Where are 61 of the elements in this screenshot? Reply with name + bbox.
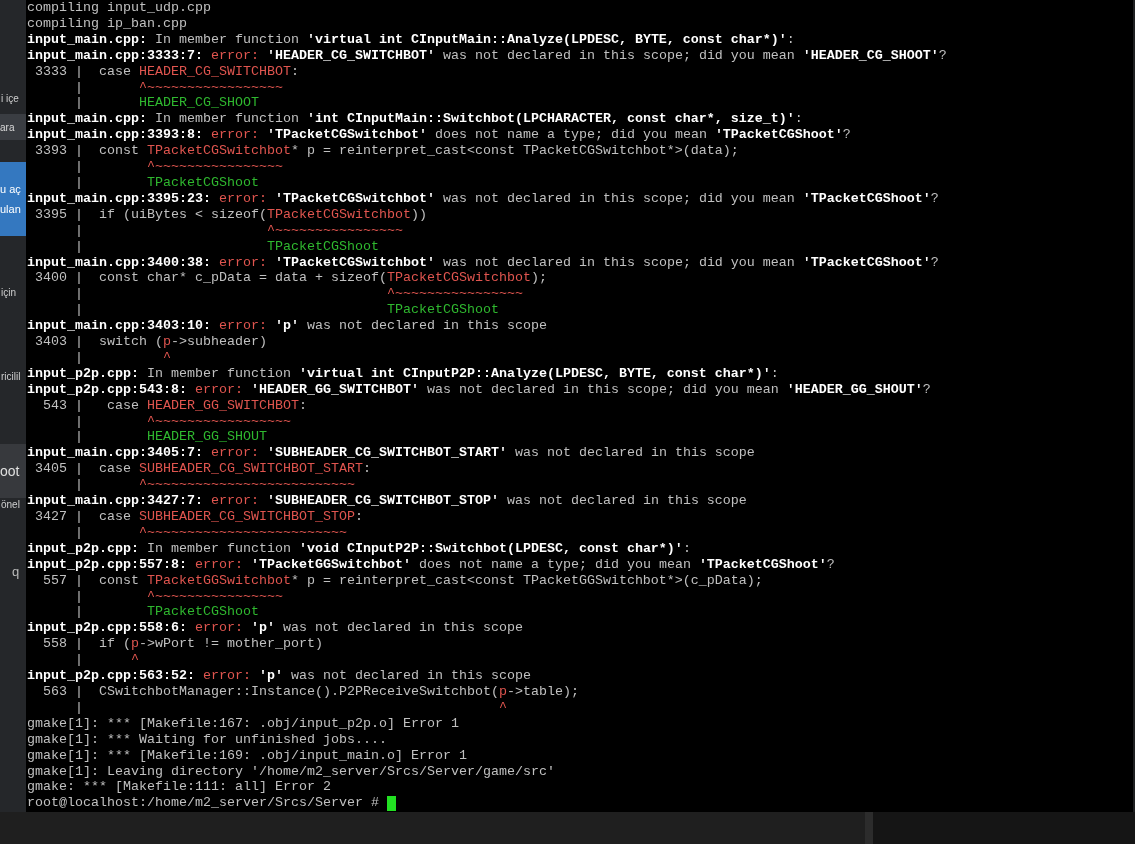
terminal-line: | ^ <box>74 349 171 366</box>
terminal-line: | TPacketCGShoot <box>74 604 259 621</box>
terminal-line: 3427 | case SUBHEADER_CG_SWITCHBOT_STOP: <box>34 509 363 525</box>
terminal-line: | HEADER_CG_SHOOT <box>74 95 259 112</box>
terminal-line: | TPacketCGShoot <box>74 238 379 255</box>
terminal-line: input_main.cpp:3403:10: error: 'p' was not declared in this scope <box>27 318 547 335</box>
terminal-line: gmake[1]: *** Waiting for unfinished jobs.... <box>27 731 387 748</box>
terminal-line: | ^~~~~~~~~~~~~~~~~ <box>74 159 283 175</box>
terminal-line: 3395 | if (uiBytes < sizeof(TPacketCGSwitchbot)) <box>34 206 427 223</box>
terminal-line: | ^ <box>74 699 507 716</box>
page-text: önel <box>1 498 21 512</box>
terminal-line: gmake[1]: Leaving directory '/home/m2_server/Srcs/Server/game/src' <box>27 763 555 780</box>
splitter-handle[interactable] <box>865 812 873 844</box>
terminal-line: 3403 | switch (p->subheader) <box>34 334 267 350</box>
page-text: ulan <box>0 202 22 217</box>
terminal-line: 558 | if (p->wPort != mother_port) <box>42 636 323 653</box>
terminal-line: input_main.cpp:3393:8: error: 'TPacketCGSwitchbot' does not name a type; did you mean 'TPacketCGShoot'? <box>27 127 851 144</box>
terminal-line: 3393 | const TPacketCGSwitchbot* p = reinterpret_cast<const TPacketCGSwitchbot*>(data); <box>34 143 739 160</box>
terminal-line: | TPacketCGShoot <box>74 174 259 191</box>
page-text: oot <box>0 461 20 481</box>
terminal-line: input_p2p.cpp:563:52: error: 'p' was not declared in this scope <box>27 668 531 684</box>
terminal-line: | ^~~~~~~~~~~~~~~~~ <box>74 286 523 303</box>
terminal-line: | ^~~~~~~~~~~~~~~~~~ <box>74 413 291 430</box>
terminal-line: input_main.cpp: In member function 'int CInputMain::Switchbot(LPCHARACTER, const char*, size_t)': <box>27 111 803 128</box>
page-text: i içe <box>1 92 20 106</box>
terminal-line: | HEADER_GG_SHOUT <box>74 429 267 446</box>
terminal-line: input_p2p.cpp: In member function 'void CInputP2P::Switchbot(LPDESC, const char*)': <box>27 540 691 557</box>
terminal-line: 3405 | case SUBHEADER_CG_SWITCHBOT_START: <box>34 461 371 478</box>
terminal-line: input_p2p.cpp:543:8: error: 'HEADER_GG_SWITCHBOT' was not declared in this scope; did you mean 'HEADER_GG_SHOUT'? <box>27 381 931 398</box>
terminal-line: input_main.cpp: In member function 'virtual int CInputMain::Analyze(LPDESC, BYTE, const char*)': <box>27 31 795 48</box>
terminal-line: input_main.cpp:3400:38: error: 'TPacketCGSwitchbot' was not declared in this scope; did you mean 'TPacketCGShoot'? <box>27 254 939 271</box>
terminal-line: compiling ip_ban.cpp <box>27 15 187 32</box>
terminal-line: gmake[1]: *** [Makefile:167: .obj/input_p2p.o] Error 1 <box>27 715 459 732</box>
terminal-line: | ^~~~~~~~~~~~~~~~~~~~~~~~~~ <box>74 524 347 541</box>
terminal-line: | ^~~~~~~~~~~~~~~~~ <box>74 588 283 605</box>
page-text: ricilil <box>1 370 22 384</box>
terminal-line: 557 | const TPacketGGSwitchbot* p = reinterpret_cast<const TPacketGGSwitchbot*>(c_pData); <box>42 572 763 589</box>
terminal-line: input_main.cpp:3427:7: error: 'SUBHEADER_CG_SWITCHBOT_STOP' was not declared in this scope <box>27 493 747 509</box>
terminal-line: input_p2p.cpp:558:6: error: 'p' was not declared in this scope <box>27 620 523 637</box>
terminal-line: input_main.cpp:3333:7: error: 'HEADER_CG_SWITCHBOT' was not declared in this scope; did you mean 'HEADER_CG_SHOOT'? <box>27 47 947 64</box>
page-button[interactable]: ara <box>0 114 26 140</box>
terminal-line: root@localhost:/home/m2_server/Srcs/Server # <box>27 795 396 812</box>
terminal-line: 3400 | const char* c_pData = data + sizeof(TPacketCGSwitchbot); <box>34 270 547 287</box>
terminal-line: input_p2p.cpp:557:8: error: 'TPacketGGSwitchbot' does not name a type; did you mean 'TPacketCGShoot'? <box>27 556 835 573</box>
terminal-line: gmake[1]: *** [Makefile:169: .obj/input_main.o] Error 1 <box>27 747 467 764</box>
terminal-line: 563 | CSwitchbotManager::Instance().P2PReceiveSwitchbot(p->table); <box>42 683 579 700</box>
terminal-line: | TPacketCGShoot <box>74 302 499 319</box>
page-text: q <box>12 563 21 581</box>
page-text: u aç <box>0 182 22 197</box>
page-text: için <box>1 286 17 300</box>
terminal-line: | ^~~~~~~~~~~~~~~~~ <box>74 222 403 239</box>
terminal-line: | ^~~~~~~~~~~~~~~~~~~~~~~~~~~ <box>74 477 355 494</box>
terminal-line: input_main.cpp:3395:23: error: 'TPacketCGSwitchbot' was not declared in this scope; did you mean 'TPacketCGShoot'? <box>27 190 939 207</box>
terminal-line: 543 | case HEADER_GG_SWITCHBOT: <box>42 397 307 414</box>
terminal-line: | ^~~~~~~~~~~~~~~~~~ <box>74 79 283 96</box>
terminal-line: | ^ <box>74 652 139 669</box>
terminal-line: compiling input_udp.cpp <box>27 0 211 16</box>
terminal-line: 3333 | case HEADER_CG_SWITCHBOT: <box>34 63 299 80</box>
terminal-line: input_p2p.cpp: In member function 'virtual int CInputP2P::Analyze(LPDESC, BYTE, const char*)': <box>27 365 779 382</box>
terminal-line: input_main.cpp:3405:7: error: 'SUBHEADER_CG_SWITCHBOT_START' was not declared in this scope <box>27 445 755 462</box>
terminal-line: gmake: *** [Makefile:111: all] Error 2 <box>27 779 331 796</box>
